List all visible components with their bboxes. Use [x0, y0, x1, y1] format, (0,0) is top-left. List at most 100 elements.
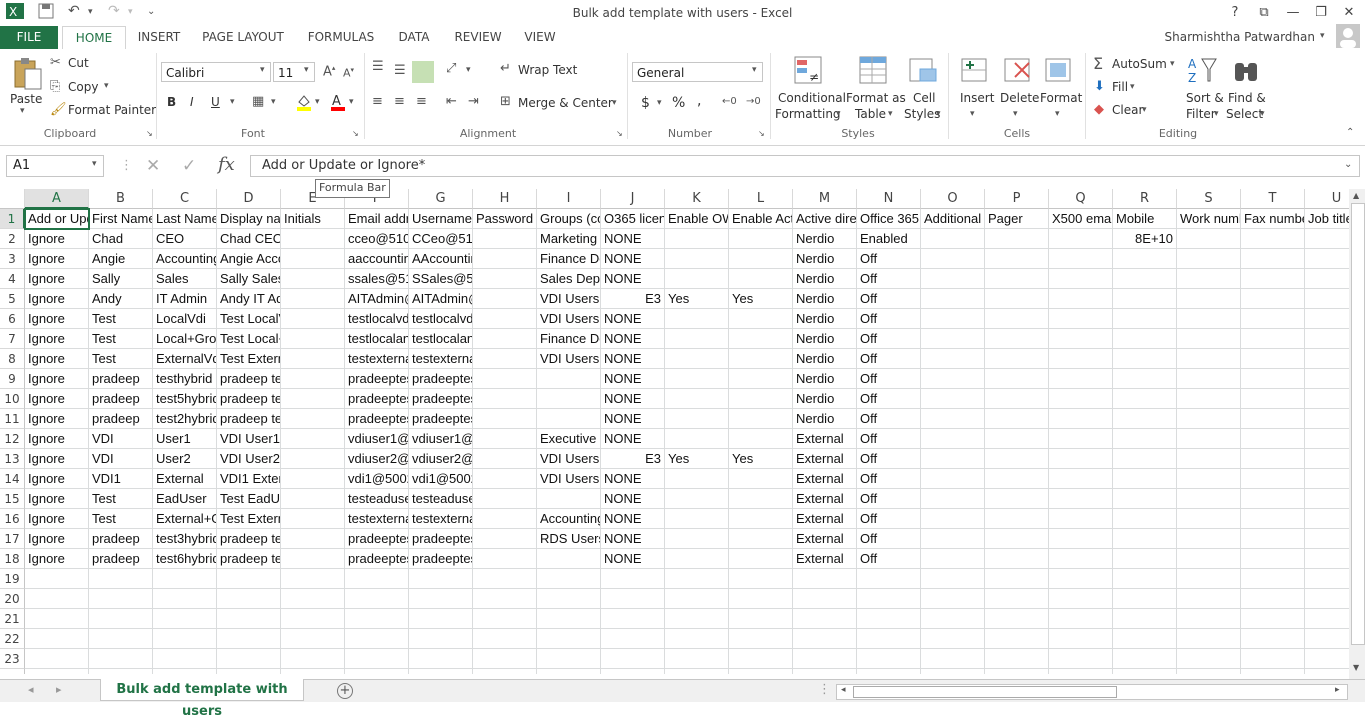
cell-h4[interactable] — [473, 269, 537, 289]
cell-c16[interactable]: External+Group — [153, 509, 217, 529]
cell-f12[interactable]: vdiuser1@external.com — [345, 429, 409, 449]
cell-a7[interactable]: Ignore — [25, 329, 89, 349]
cell-r16[interactable] — [1113, 509, 1177, 529]
cell-j11[interactable]: NONE — [601, 409, 665, 429]
cell-l18[interactable] — [729, 549, 793, 569]
cell-j7[interactable]: NONE — [601, 329, 665, 349]
cell-b3[interactable]: Angie — [89, 249, 153, 269]
cell-h24[interactable] — [473, 669, 537, 674]
cell-d6[interactable]: Test LocalVdi — [217, 309, 281, 329]
cell-k21[interactable] — [665, 609, 729, 629]
decrease-decimal-icon[interactable]: →0 — [746, 96, 761, 107]
cell-d11[interactable]: pradeep test2hybrid — [217, 409, 281, 429]
cell-m11[interactable]: Nerdio — [793, 409, 857, 429]
cell-d22[interactable] — [217, 629, 281, 649]
cell-m10[interactable]: Nerdio — [793, 389, 857, 409]
tab-data[interactable]: DATA — [392, 26, 436, 49]
cell-p19[interactable] — [985, 569, 1049, 589]
cell-u4[interactable] — [1305, 269, 1349, 289]
cell-d10[interactable]: pradeep test5hybrid — [217, 389, 281, 409]
cell-l1[interactable]: Enable ActiveSync — [729, 209, 793, 229]
merge-center-button[interactable]: Merge & Center — [518, 96, 613, 110]
cell-e16[interactable] — [281, 509, 345, 529]
cell-h17[interactable] — [473, 529, 537, 549]
cell-j4[interactable]: NONE — [601, 269, 665, 289]
cell-n14[interactable]: Off — [857, 469, 921, 489]
enter-icon[interactable]: ✓ — [182, 156, 196, 176]
conditional-formatting-label-1[interactable]: Conditional — [778, 91, 846, 105]
cell-b4[interactable]: Sally — [89, 269, 153, 289]
cell-t22[interactable] — [1241, 629, 1305, 649]
cell-i1[interactable]: Groups (comma separated) — [537, 209, 601, 229]
tab-review[interactable]: REVIEW — [450, 26, 506, 49]
cell-i12[interactable]: Executive — [537, 429, 601, 449]
cell-n6[interactable]: Off — [857, 309, 921, 329]
cell-g16[interactable]: testexternalandgroup@5002external.net — [409, 509, 473, 529]
cell-u23[interactable] — [1305, 649, 1349, 669]
cell-k20[interactable] — [665, 589, 729, 609]
cell-b16[interactable]: Test — [89, 509, 153, 529]
cell-l5[interactable]: Yes — [729, 289, 793, 309]
cell-q19[interactable] — [1049, 569, 1113, 589]
cell-e14[interactable] — [281, 469, 345, 489]
cell-d16[interactable]: Test External+Group — [217, 509, 281, 529]
autosum-dropdown-icon[interactable]: ▾ — [1170, 59, 1175, 69]
cell-l2[interactable] — [729, 229, 793, 249]
cell-m19[interactable] — [793, 569, 857, 589]
find-select-label-1[interactable]: Find & — [1228, 91, 1266, 105]
scroll-left-icon[interactable]: ◂ — [841, 685, 846, 695]
cell-s2[interactable] — [1177, 229, 1241, 249]
column-header-d[interactable]: D — [217, 189, 281, 209]
column-header-q[interactable]: Q — [1049, 189, 1113, 209]
orientation-icon[interactable]: ⤢ — [446, 61, 456, 76]
cell-j19[interactable] — [601, 569, 665, 589]
cell-e20[interactable] — [281, 589, 345, 609]
cell-r12[interactable] — [1113, 429, 1177, 449]
cell-s7[interactable] — [1177, 329, 1241, 349]
cell-c17[interactable]: test3hybrid — [153, 529, 217, 549]
conditional-dropdown-icon[interactable]: ▾ — [836, 109, 841, 119]
row-header[interactable]: 2 — [0, 229, 25, 249]
cell-r10[interactable] — [1113, 389, 1177, 409]
autosum-icon[interactable]: Σ — [1093, 54, 1103, 73]
cell-i11[interactable] — [537, 409, 601, 429]
cell-s13[interactable] — [1177, 449, 1241, 469]
cell-b8[interactable]: Test — [89, 349, 153, 369]
cell-q10[interactable] — [1049, 389, 1113, 409]
cell-p12[interactable] — [985, 429, 1049, 449]
cell-styles-icon[interactable] — [908, 55, 938, 85]
format-as-table-icon[interactable] — [858, 55, 888, 85]
row-header[interactable]: 14 — [0, 469, 25, 489]
cell-j22[interactable] — [601, 629, 665, 649]
cell-t3[interactable] — [1241, 249, 1305, 269]
cell-j13[interactable]: E3 — [601, 449, 665, 469]
cell-a18[interactable]: Ignore — [25, 549, 89, 569]
row-header[interactable]: 3 — [0, 249, 25, 269]
cell-k15[interactable] — [665, 489, 729, 509]
cell-m18[interactable]: External — [793, 549, 857, 569]
cell-p18[interactable] — [985, 549, 1049, 569]
fill-icon[interactable]: ⬇ — [1094, 79, 1105, 94]
cell-n22[interactable] — [857, 629, 921, 649]
cell-q12[interactable] — [1049, 429, 1113, 449]
merge-center-icon[interactable]: ⊞ — [500, 94, 511, 109]
row-header[interactable]: 8 — [0, 349, 25, 369]
cell-a6[interactable]: Ignore — [25, 309, 89, 329]
percent-button[interactable]: % — [672, 95, 685, 111]
restore-icon[interactable]: ❐ — [1308, 3, 1334, 23]
cell-b11[interactable]: pradeep — [89, 409, 153, 429]
cell-c22[interactable] — [153, 629, 217, 649]
conditional-formatting-icon[interactable]: ≠ — [793, 55, 823, 85]
font-color-icon[interactable]: A — [330, 93, 346, 115]
font-name-dropdown-icon[interactable]: ▾ — [260, 65, 265, 75]
cell-c4[interactable]: Sales — [153, 269, 217, 289]
cell-s10[interactable] — [1177, 389, 1241, 409]
cell-e7[interactable] — [281, 329, 345, 349]
cell-d24[interactable] — [217, 669, 281, 674]
insert-function-icon[interactable]: fx — [218, 154, 235, 175]
cell-d7[interactable]: Test Local+Groups — [217, 329, 281, 349]
cell-g20[interactable] — [409, 589, 473, 609]
cell-g22[interactable] — [409, 629, 473, 649]
comma-button[interactable]: , — [697, 93, 701, 109]
cell-f7[interactable]: testlocalandgroups@5104.nerdio.net — [345, 329, 409, 349]
